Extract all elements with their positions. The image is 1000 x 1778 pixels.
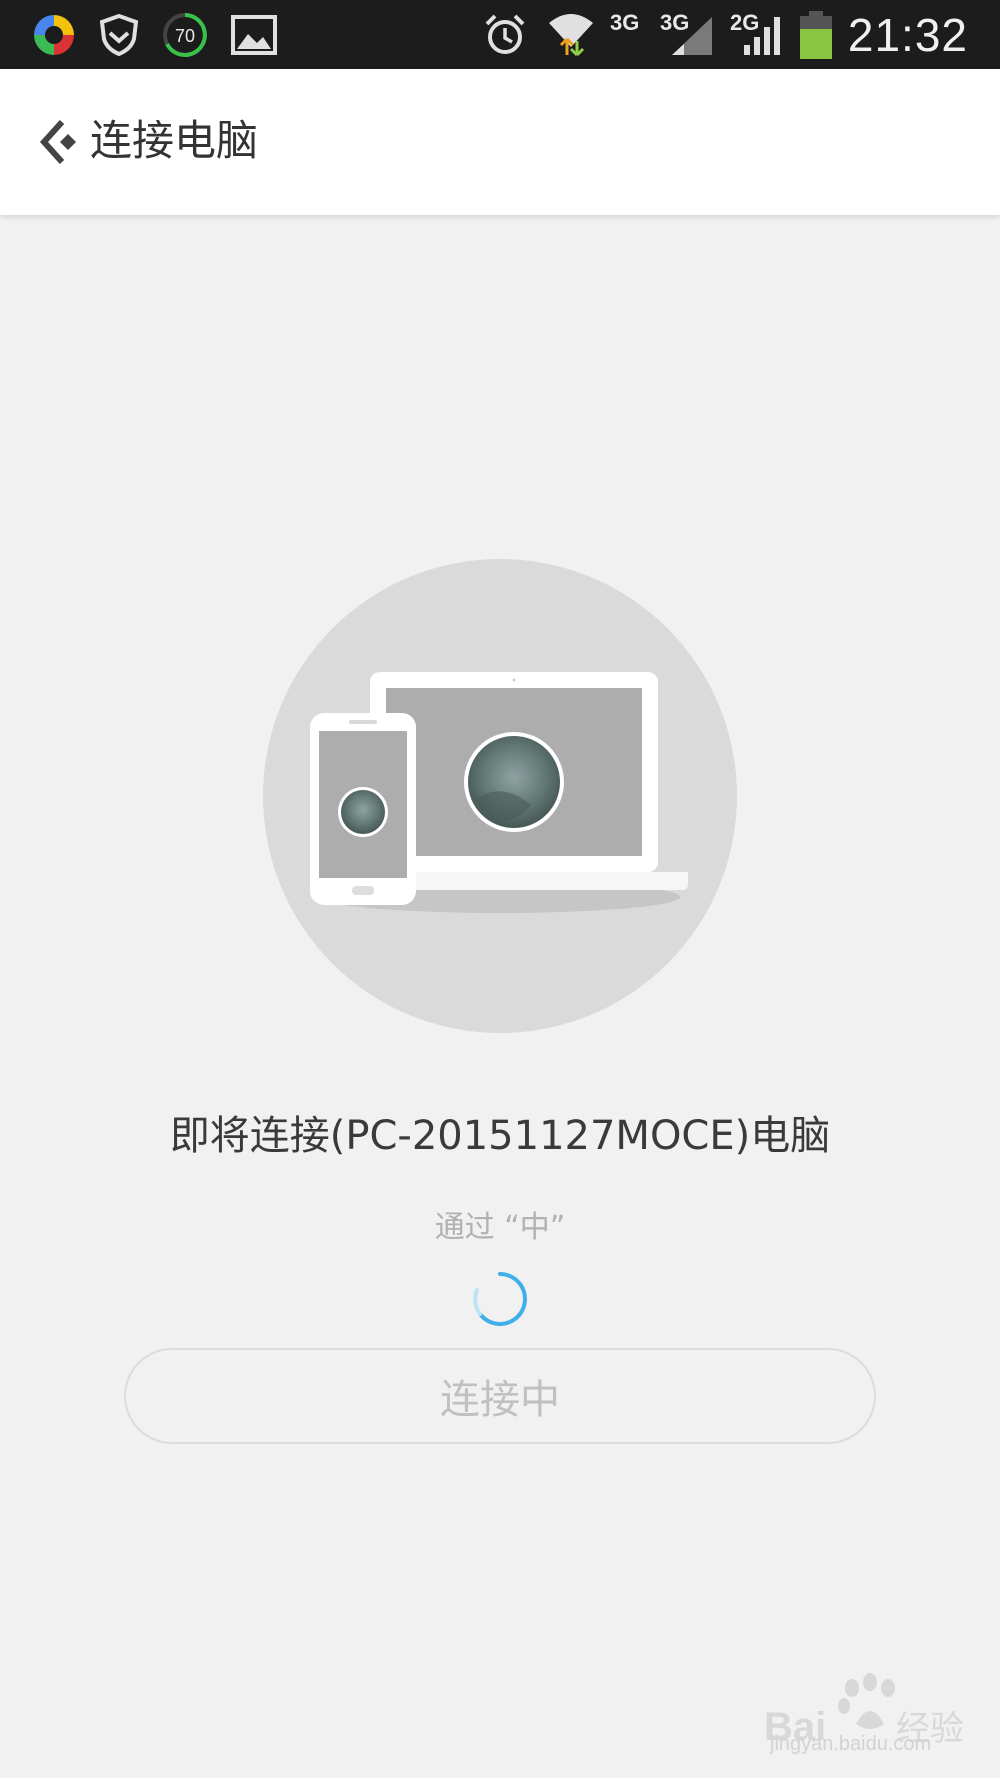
back-button[interactable] [30,109,90,175]
page-title: 连接电脑 [90,116,259,165]
battery-saver-icon: 70 [160,0,210,69]
gallery-icon [228,0,280,69]
network-type-label: 3G [610,10,640,35]
battery-saver-value: 70 [175,26,195,46]
status-bar: 70 3G 3G 2G 21:32 [0,0,1000,69]
watermark-url: jingyan.baidu.com [770,1733,932,1755]
wifi-icon [544,0,598,69]
alarm-icon [480,0,530,69]
battery-icon [794,0,838,69]
phone-and-laptop-icon [263,559,737,1033]
browser-ball-icon [26,0,82,69]
signal-icon [738,0,786,69]
signal-icon [668,0,716,69]
connection-method-text: 通过 “中” [434,1210,566,1245]
connecting-button[interactable]: 连接中 [124,1348,876,1444]
clock-time: 21:32 [847,9,968,61]
back-arrow-icon [39,119,76,165]
title-bar: 连接电脑 [0,69,1000,215]
loading-spinner-icon [473,1272,527,1326]
connect-message: 即将连接(PC-20151127MOCE)电脑 [169,1113,831,1159]
shield-icon [96,0,142,69]
